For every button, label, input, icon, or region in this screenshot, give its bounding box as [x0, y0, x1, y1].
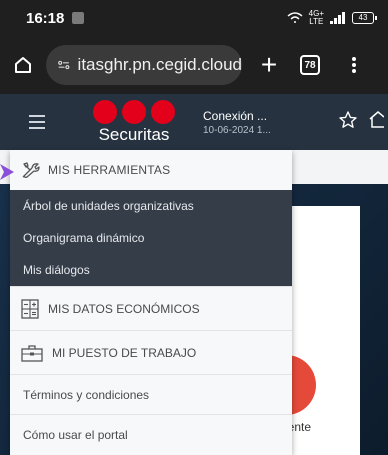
new-tab-button[interactable]: + [248, 51, 290, 79]
battery-icon: 43 [352, 12, 377, 24]
menu-economic-label: MIS DATOS ECONÓMICOS [48, 301, 200, 316]
menu-job-label: MI PUESTO DE TRABAJO [52, 345, 197, 360]
url-text: itasghr.pn.cegid.cloud [77, 55, 242, 74]
network-type: 4G+ LTE [309, 10, 324, 26]
portal-home-button[interactable] [368, 110, 385, 135]
browser-home-button[interactable] [0, 55, 46, 75]
menu-job-position[interactable]: MI PUESTO DE TRABAJO [10, 330, 292, 374]
menu-economic-data[interactable]: MIS DATOS ECONÓMICOS [10, 286, 292, 330]
star-icon [339, 110, 357, 128]
menu-howto-link[interactable]: Cómo usar el portal [10, 414, 292, 454]
menu-tools-label: MIS HERRAMIENTAS [48, 163, 171, 177]
status-indicators: 4G+ LTE 43 [287, 10, 377, 26]
wifi-calling-icon [287, 12, 303, 23]
pointer-arrow-icon [0, 164, 14, 180]
status-time: 16:18 [26, 9, 65, 27]
tab-count: 78 [304, 59, 316, 71]
menu-howto-label: Cómo usar el portal [23, 427, 128, 442]
status-bar: 16:18 4G+ LTE 43 [0, 0, 388, 36]
menu-tools-header[interactable]: MIS HERRAMIENTAS [10, 150, 292, 190]
menu-item-dialogs[interactable]: Mis diálogos [10, 254, 292, 286]
site-settings-icon [58, 60, 70, 70]
home-icon [15, 57, 31, 73]
notification-icon [72, 12, 85, 24]
connection-date: 10-06-2024 1... [203, 124, 271, 136]
connection-label: Conexión ... [203, 108, 268, 123]
favorite-button[interactable] [338, 110, 358, 135]
menu-terms-label: Términos y condiciones [23, 387, 150, 402]
menu-item-label: Mis diálogos [23, 263, 90, 277]
tools-submenu: Árbol de unidades organizativas Organigr… [10, 190, 292, 286]
hamburger-menu-button[interactable] [29, 115, 45, 129]
signal-icon [330, 12, 345, 24]
navigation-menu: MIS HERRAMIENTAS Árbol de unidades organ… [10, 150, 292, 455]
calculator-icon [21, 298, 39, 319]
briefcase-icon [21, 344, 43, 362]
more-menu-button[interactable] [344, 57, 364, 73]
menu-item-org-chart[interactable]: Organigrama dinámico [10, 222, 292, 254]
menu-item-label: Organigrama dinámico [23, 231, 145, 245]
address-bar[interactable]: itasghr.pn.cegid.cloud [46, 45, 242, 85]
securitas-logo[interactable]: Securitas [90, 99, 178, 145]
logo-text: Securitas [98, 124, 170, 144]
browser-toolbar: itasghr.pn.cegid.cloud + 78 [0, 36, 388, 94]
tab-switcher-button[interactable]: 78 [300, 55, 320, 75]
battery-level: 43 [358, 13, 368, 22]
tools-icon [22, 162, 40, 178]
house-icon [369, 110, 385, 128]
connection-info: Conexión ... 10-06-2024 1... [203, 109, 271, 136]
network-lte: LTE [309, 17, 324, 26]
menu-item-label: Árbol de unidades organizativas [23, 199, 194, 213]
menu-terms-link[interactable]: Términos y condiciones [10, 374, 292, 414]
logo-dots [93, 99, 175, 124]
menu-item-org-units[interactable]: Árbol de unidades organizativas [10, 190, 292, 222]
app-header: Securitas Conexión ... 10-06-2024 1... [0, 94, 388, 150]
kebab-icon [352, 57, 356, 73]
